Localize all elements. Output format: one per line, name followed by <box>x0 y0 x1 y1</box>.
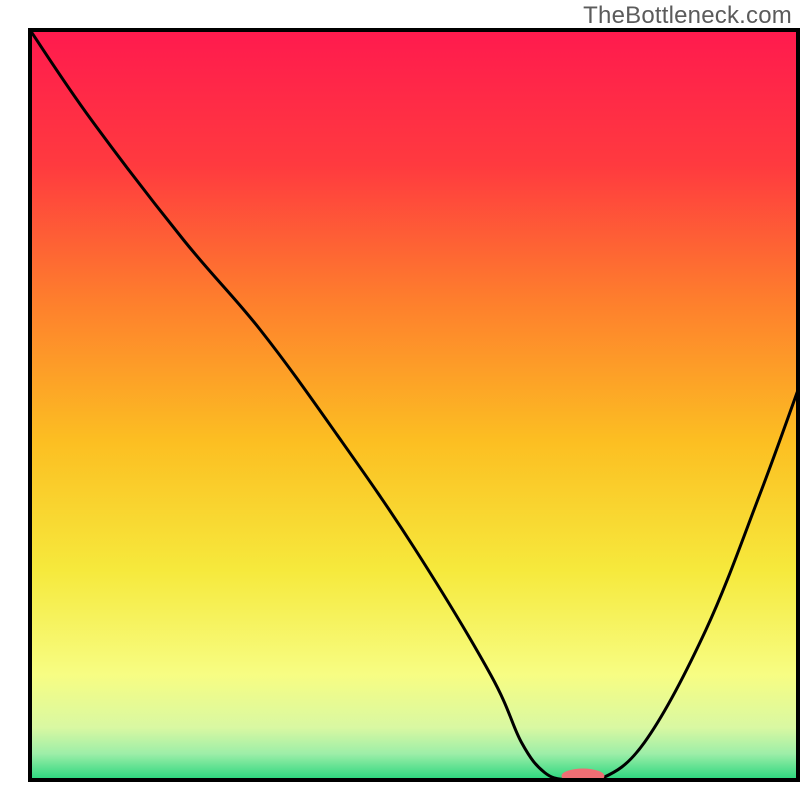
plot-background <box>30 30 798 780</box>
chart-stage: TheBottleneck.com <box>0 0 800 800</box>
bottleneck-chart <box>0 0 800 800</box>
watermark-text: TheBottleneck.com <box>583 2 792 30</box>
